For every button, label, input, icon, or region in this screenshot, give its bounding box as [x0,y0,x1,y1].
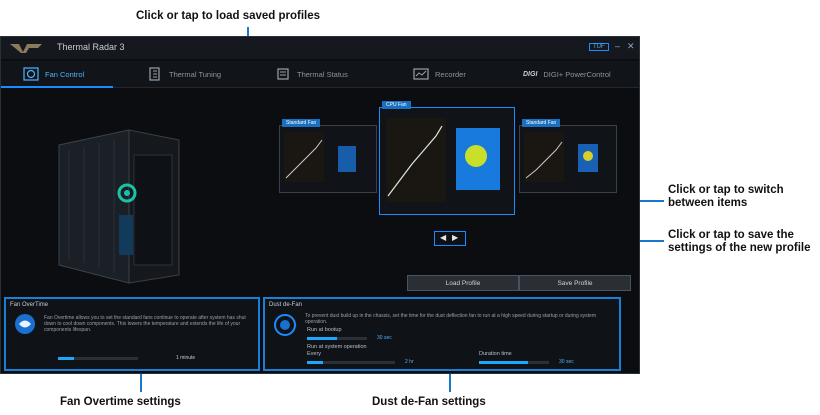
panel-description: Fan Overtime allows you to set the stand… [44,315,246,333]
fan-overtime-panel: Fan OverTime Fan Overtime allows you to … [4,297,260,371]
every-slider[interactable] [307,361,395,364]
dust-defan-icon [274,314,296,336]
tuf-logo-icon [10,44,42,53]
slider-fill [307,361,323,364]
save-profile-button[interactable]: Save Profile [519,275,631,291]
fan-curve-graph [386,118,500,202]
callout-dust-defan: Dust de-Fan settings [372,396,486,408]
app-window: Thermal Radar 3 TUF – ✕ Fan Control Ther… [0,36,640,374]
profile-switch-nav: ◀ ▶ [434,231,466,246]
fan-overtime-value: 1 minute [176,355,196,361]
fan-overtime-slider[interactable] [58,357,138,360]
profile-label: CPU Fan [382,101,411,109]
panel-description: To prevent dust build up in the chassis,… [305,313,597,325]
thermal-status-icon [277,68,289,80]
title-bar: Thermal Radar 3 TUF – ✕ [1,37,639,59]
every-value: 2 hr [405,359,414,365]
boot-slider[interactable] [307,337,367,340]
dust-defan-panel: Dust de-Fan To prevent dust build up in … [263,297,621,371]
app-title: Thermal Radar 3 [57,42,125,52]
fan-curve-graph [524,132,598,182]
fan-overtime-icon [15,314,35,334]
pc-case-illustration [58,129,180,284]
recorder-icon [413,68,429,80]
previous-arrow-icon[interactable]: ◀ [440,233,446,242]
slider-fill [479,361,528,364]
profile-thumbnail[interactable]: Standard Fan [519,119,617,193]
callout-line-dust [449,374,451,392]
profile-thumbnail-selected[interactable]: CPU Fan [379,101,515,215]
tab-recorder[interactable]: Recorder [413,61,466,87]
asus-badge-icon: TUF [589,43,609,51]
next-arrow-icon[interactable]: ▶ [452,233,458,242]
fan-icon [23,67,39,81]
slider-fill [307,337,337,340]
digi-icon: DIGI [523,70,538,78]
callout-line-overtime [140,374,142,392]
load-profile-button[interactable]: Load Profile [407,275,519,291]
panel-title: Fan OverTime [10,302,49,308]
callout-save-settings: Click or tap to save the settings of the… [668,229,811,254]
tab-thermal-status[interactable]: Thermal Status [275,61,348,87]
slider-fill [58,357,74,360]
callout-load-profiles: Click or tap to load saved profiles [136,10,321,22]
boot-value: 30 sec [377,335,392,341]
close-icon[interactable]: ✕ [627,41,635,52]
boot-label: Run at bootup [307,327,342,333]
profile-label: Standard Fan [282,119,321,127]
duration-slider[interactable] [479,361,549,364]
panel-title: Dust de-Fan [269,302,303,308]
operation-label: Run at system operation [307,344,367,350]
tab-fan-control[interactable]: Fan Control [23,61,84,87]
tab-label: Thermal Tuning [169,69,222,79]
tab-bar: Fan Control Thermal Tuning Thermal Statu… [1,61,639,88]
callout-switch-items: Click or tap to switch between items [668,184,784,209]
profile-thumbnail[interactable]: Standard Fan [279,119,377,193]
tab-label: Fan Control [45,69,85,79]
duration-value: 30 sec [559,359,574,365]
fan-curve-graph [284,132,356,182]
tab-thermal-tuning[interactable]: Thermal Tuning [147,61,221,87]
active-tab-indicator [1,86,113,88]
minimize-icon[interactable]: – [615,41,620,51]
tab-label: DIGI+ PowerControl [543,69,611,79]
tab-digi-power-control[interactable]: DIGI DIGI+ PowerControl [523,61,611,87]
thermal-tuning-icon [149,67,160,81]
callout-fan-overtime: Fan Overtime settings [60,396,181,408]
tab-label: Thermal Status [297,69,348,79]
tab-label: Recorder [435,69,466,79]
profile-label: Standard Fan [522,119,561,127]
every-label: Every [307,351,322,357]
duration-label: Duration time [479,351,512,357]
